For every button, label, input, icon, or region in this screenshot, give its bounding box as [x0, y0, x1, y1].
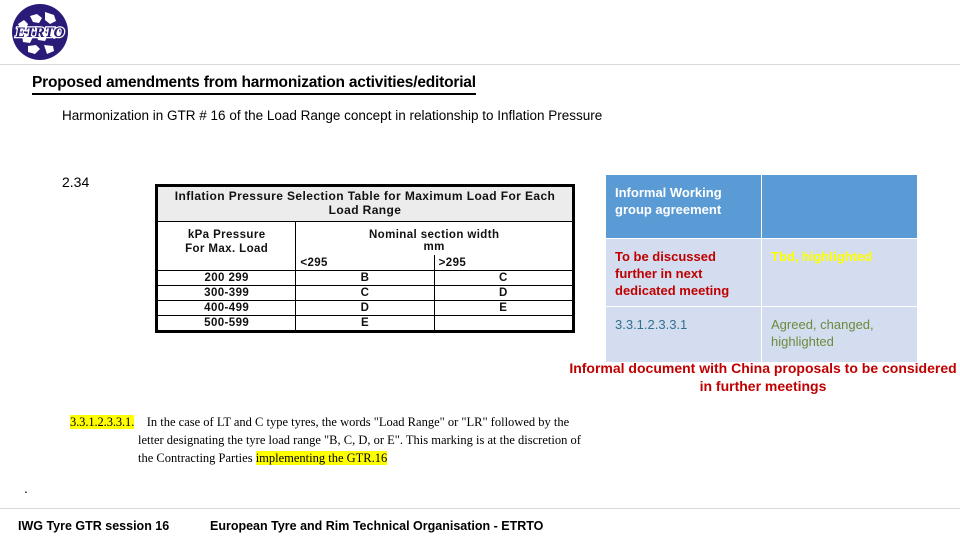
china-proposals-note: Informal document with China proposals t…: [569, 360, 957, 394]
regulation-line1: In the case of LT and C type tyres, the …: [146, 415, 570, 429]
row-lt295: E: [295, 315, 435, 332]
header-divider: [0, 64, 960, 65]
page-subtitle: Harmonization in GTR # 16 of the Load Ra…: [62, 108, 603, 123]
agreement-row3-clause: 3.3.1.2.3.3.1: [605, 306, 762, 363]
col1-header-line1: kPa Pressure: [187, 228, 266, 241]
regulation-clause-number: 3.3.1.2.3.3.1.: [70, 415, 135, 429]
regulation-paragraph: 3.3.1.2.3.3.1. In the case of LT and C t…: [70, 414, 670, 467]
footer-divider: [0, 508, 960, 509]
regulation-line3-prefix: the Contracting Parties: [138, 450, 256, 465]
slide-number-label: 2.34: [62, 174, 90, 190]
pressure-table-subheader-lt295: <295: [295, 255, 435, 272]
row-pressure: 300-399: [156, 285, 297, 302]
agreement-row2-left: To be discussed further in next dedicate…: [605, 238, 762, 307]
row-pressure: 400-499: [156, 300, 297, 317]
row-lt295: C: [295, 285, 435, 302]
pressure-table-col2-header: Nominal section width mm: [295, 220, 573, 256]
etrto-logo: ETRTO ETRTO: [4, 2, 76, 62]
page-title: Proposed amendments from harmonization a…: [32, 74, 476, 95]
row-gt295: C: [433, 270, 574, 287]
row-lt295: B: [295, 270, 435, 287]
agreement-header-right: [761, 174, 918, 239]
etrto-logo-icon: ETRTO ETRTO: [12, 4, 68, 60]
slide-header: ETRTO ETRTO: [0, 0, 960, 64]
footer-session-label: IWG Tyre GTR session 16: [18, 519, 170, 533]
stray-dot: .: [24, 480, 28, 496]
row-pressure: 500-599: [156, 315, 297, 332]
pressure-table-title: Inflation Pressure Selection Table for M…: [157, 186, 573, 222]
table-row: 300-399 C D: [156, 285, 574, 302]
agreement-row2-right: Tbd, highlighted: [761, 238, 918, 307]
row-gt295: [433, 315, 574, 332]
pressure-table-subheader-gt295: >295: [433, 255, 574, 272]
table-row: 500-599 E: [156, 315, 574, 332]
inflation-pressure-table: Inflation Pressure Selection Table for M…: [155, 184, 575, 334]
col1-header-line2: For Max. Load: [185, 242, 269, 255]
table-row-header: Informal Working group agreement: [605, 174, 918, 239]
footer-organisation-label: European Tyre and Rim Technical Organisa…: [210, 519, 544, 533]
table-row: To be discussed further in next dedicate…: [605, 238, 918, 307]
row-gt295: E: [433, 300, 574, 317]
informal-working-group-table: Informal Working group agreement To be d…: [605, 174, 918, 363]
table-row: 3.3.1.2.3.3.1 Agreed, changed, highlight…: [605, 306, 918, 363]
row-lt295: D: [295, 300, 435, 317]
agreement-row3-status: Agreed, changed, highlighted: [761, 306, 918, 363]
regulation-line3-highlight: implementing the GTR.16: [255, 450, 388, 465]
row-gt295: D: [433, 285, 574, 302]
table-row: 400-499 D E: [156, 300, 574, 317]
pressure-table-col1-header: kPa Pressure For Max. Load: [156, 220, 297, 272]
row-pressure: 200 299: [156, 270, 297, 287]
svg-text:ETRTO: ETRTO: [15, 25, 65, 41]
agreement-header-left: Informal Working group agreement: [605, 174, 762, 239]
regulation-line2: letter designating the tyre load range "…: [138, 432, 581, 447]
col2-header-line1: Nominal section width: [368, 228, 500, 241]
col2-header-line2: mm: [423, 240, 445, 253]
regulation-line3: the Contracting Parties implementing the…: [138, 450, 670, 468]
table-row: 200 299 B C: [156, 270, 574, 287]
